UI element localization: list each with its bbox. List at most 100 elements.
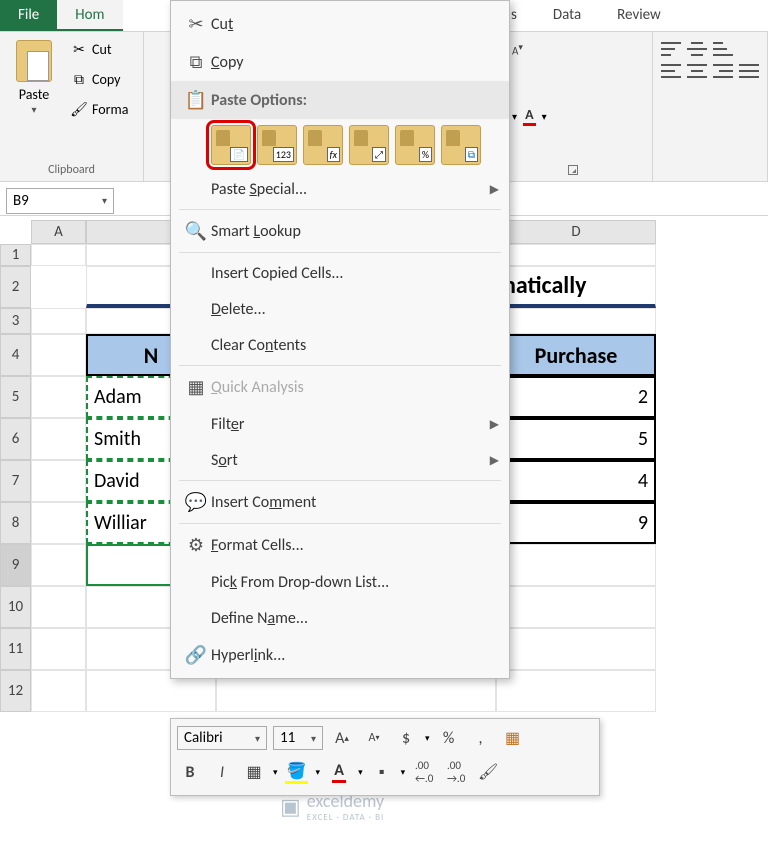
mini-borders[interactable]: ▦ [241, 760, 267, 784]
mini-currency[interactable]: $ [393, 726, 419, 750]
mini-font-color[interactable]: A [326, 760, 352, 784]
ctx-format-cells[interactable]: ⚙Format Cells... [171, 526, 509, 564]
ctx-smart-lookup[interactable]: 🔍Smart Lookup [171, 212, 509, 250]
mini-increase-decimal[interactable]: .00→.0 [443, 760, 469, 784]
chevron-down-icon: ▾ [102, 194, 107, 207]
mini-italic[interactable]: I [209, 760, 235, 784]
tab-review[interactable]: Review [599, 0, 679, 31]
shrink-font-icon[interactable]: A▾ [512, 42, 523, 58]
mini-table-icon[interactable]: ▦ [500, 726, 526, 750]
align-top-icon[interactable] [661, 42, 681, 56]
row-header[interactable]: 5 [0, 376, 31, 418]
mini-border-style[interactable]: ▪ [369, 760, 395, 784]
quick-analysis-icon: ▦ [181, 376, 211, 398]
table-cell[interactable]: 4 [496, 460, 656, 502]
ctx-define-name[interactable]: Define Name... [171, 600, 509, 636]
row-header[interactable]: 10 [0, 586, 31, 628]
format-cells-icon: ⚙ [181, 534, 211, 556]
clipboard-icon [16, 40, 52, 82]
context-menu: ✂Cut ⧉Copy 📋Paste Options: 📄 123 fx ⤢ % … [170, 0, 510, 679]
chevron-right-icon: ▶ [490, 182, 499, 197]
mini-toolbar: Calibri▾ 11▾ A▴ A▾ $▾ % , ▦ B I ▦▾ 🪣▾ A▾… [170, 718, 600, 796]
ctx-cut[interactable]: ✂Cut [171, 5, 509, 43]
paste-option-formulas[interactable]: fx [303, 125, 343, 165]
search-icon: 🔍 [181, 220, 211, 242]
mini-fill-color[interactable]: 🪣 [284, 760, 310, 784]
table-cell[interactable]: 5 [496, 418, 656, 460]
cut-label: Cut [92, 41, 112, 58]
brush-icon: 🖌 [70, 100, 88, 118]
tab-home[interactable]: Hom [57, 0, 122, 31]
paste-option-transpose[interactable]: ⤢ [349, 125, 389, 165]
ctx-pick-list[interactable]: Pick From Drop-down List... [171, 564, 509, 600]
tab-file[interactable]: File [0, 0, 57, 31]
align-middle-icon[interactable] [687, 42, 707, 56]
format-painter-label: Forma [92, 101, 128, 118]
align-center-icon[interactable] [687, 64, 707, 78]
row-header[interactable]: 9 [0, 544, 31, 586]
copy-icon: ⧉ [181, 51, 211, 73]
mini-decrease-decimal[interactable]: .00←.0 [411, 760, 437, 784]
chevron-right-icon: ▶ [490, 453, 499, 468]
font-dialog-launcher[interactable] [568, 165, 578, 175]
row-header[interactable]: 6 [0, 418, 31, 460]
row-header[interactable]: 7 [0, 460, 31, 502]
row-header[interactable]: 1 [0, 244, 31, 266]
paste-option-values[interactable]: 123 [257, 125, 297, 165]
ctx-insert-copied[interactable]: Insert Copied Cells... [171, 255, 509, 291]
row-header[interactable]: 8 [0, 502, 31, 544]
paste-options-row: 📄 123 fx ⤢ % ⧉ [171, 119, 509, 171]
ctx-paste-special[interactable]: Paste Special...▶ [171, 171, 509, 207]
ctx-sort[interactable]: Sort▶ [171, 442, 509, 478]
name-box-value: B9 [13, 192, 29, 210]
ctx-filter[interactable]: Filter▶ [171, 406, 509, 442]
mini-size-combo[interactable]: 11▾ [273, 726, 323, 750]
mini-comma[interactable]: , [468, 726, 494, 750]
indent-icon[interactable] [739, 64, 759, 78]
mini-bold[interactable]: B [177, 760, 203, 784]
paste-option-link[interactable]: ⧉ [441, 125, 481, 165]
mini-grow-font[interactable]: A▴ [329, 726, 355, 750]
tab-data[interactable]: Data [535, 0, 599, 31]
align-left-icon[interactable] [661, 64, 681, 78]
scissors-icon: ✂ [181, 13, 211, 35]
link-icon: 🔗 [181, 644, 211, 666]
mini-percent[interactable]: % [436, 726, 462, 750]
paste-button[interactable]: Paste ▾ [8, 36, 60, 120]
paste-option-formatting[interactable]: % [395, 125, 435, 165]
ctx-insert-comment[interactable]: 💬Insert Comment [171, 483, 509, 521]
row-header[interactable]: 4 [0, 334, 31, 376]
table-header-purchase[interactable]: Purchase [496, 334, 656, 376]
paste-option-paste[interactable]: 📄 [211, 125, 251, 165]
row-header[interactable]: 12 [0, 670, 31, 712]
row-header[interactable]: 3 [0, 308, 31, 334]
table-cell[interactable]: 9 [496, 502, 656, 544]
scissors-icon: ✂ [70, 40, 88, 58]
copy-icon: ⧉ [70, 70, 88, 88]
chevron-right-icon: ▶ [490, 417, 499, 432]
comment-icon: 💬 [181, 491, 211, 513]
ctx-clear-contents[interactable]: Clear Contents [171, 327, 509, 363]
mini-format-painter[interactable]: 🖌 [475, 760, 501, 784]
col-header-a[interactable]: A [31, 220, 86, 244]
ctx-hyperlink[interactable]: 🔗Hyperlink... [171, 636, 509, 674]
align-bottom-icon[interactable] [713, 42, 733, 56]
copy-label: Copy [92, 71, 120, 88]
row-header[interactable]: 2 [0, 266, 31, 308]
ctx-quick-analysis: ▦Quick Analysis [171, 368, 509, 406]
font-color-button[interactable]: A [523, 106, 535, 126]
table-cell[interactable]: 2 [496, 376, 656, 418]
format-painter-button[interactable]: 🖌 Forma [66, 96, 132, 122]
name-box[interactable]: B9 ▾ [6, 188, 114, 214]
ctx-delete[interactable]: Delete... [171, 291, 509, 327]
clipboard-group-title: Clipboard [8, 159, 135, 177]
row-header[interactable]: 11 [0, 628, 31, 670]
mini-font-combo[interactable]: Calibri▾ [177, 726, 267, 750]
align-right-icon[interactable] [713, 64, 733, 78]
copy-button[interactable]: ⧉ Copy [66, 66, 132, 92]
col-header-d[interactable]: D [496, 220, 656, 244]
ctx-copy[interactable]: ⧉Copy [171, 43, 509, 81]
cut-button[interactable]: ✂ Cut [66, 36, 132, 62]
clipboard-icon: 📋 [181, 89, 211, 111]
mini-shrink-font[interactable]: A▾ [361, 726, 387, 750]
